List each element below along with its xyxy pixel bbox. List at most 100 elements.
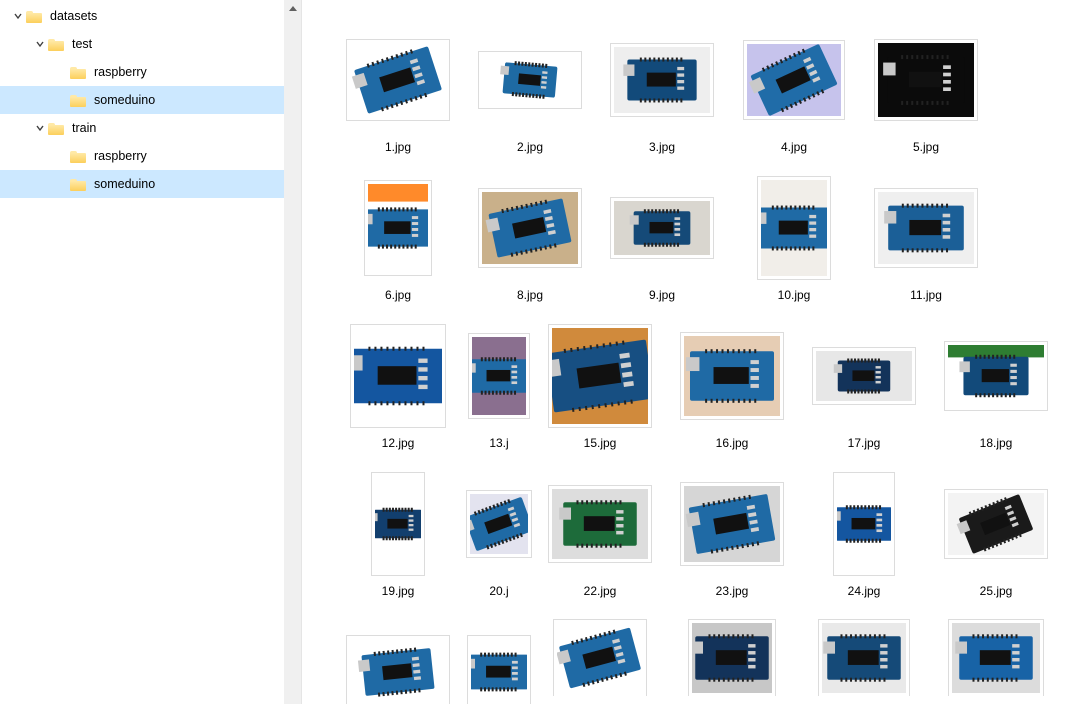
tree-item-test[interactable]: test xyxy=(0,30,301,58)
thumbnail xyxy=(743,40,845,120)
file-item[interactable]: 11.jpg xyxy=(860,172,992,320)
tree-item-label: raspberry xyxy=(94,149,147,163)
thumbnail xyxy=(548,324,652,428)
file-item[interactable]: 9.jpg xyxy=(596,172,728,320)
file-item[interactable]: 26.jpg xyxy=(332,616,464,704)
file-item[interactable]: 5.jpg xyxy=(860,24,992,172)
file-item[interactable] xyxy=(666,616,798,704)
file-name-label: 2.jpg xyxy=(517,140,543,154)
file-item[interactable]: 6.jpg xyxy=(332,172,464,320)
file-item[interactable] xyxy=(534,616,666,704)
thumbnail xyxy=(680,482,784,566)
tree-item-label: someduino xyxy=(94,93,155,107)
thumbnail xyxy=(812,347,916,405)
thumbnail xyxy=(364,180,432,276)
thumbnail xyxy=(944,341,1048,411)
tree-item-someduino[interactable]: someduino xyxy=(0,86,301,114)
scroll-up-button[interactable] xyxy=(284,0,301,17)
thumbnail xyxy=(610,197,714,259)
file-item[interactable]: 24.jpg xyxy=(798,468,930,616)
file-item[interactable]: 15.jpg xyxy=(534,320,666,468)
file-item[interactable]: 17.jpg xyxy=(798,320,930,468)
thumbnail xyxy=(478,51,582,109)
file-item[interactable]: 10.jpg xyxy=(728,172,860,320)
thumbnail xyxy=(478,188,582,268)
folder-icon xyxy=(48,37,66,51)
file-item[interactable]: 20.j xyxy=(464,468,534,616)
thumbnail xyxy=(350,324,446,428)
thumbnail xyxy=(948,619,1044,696)
file-name-label: 8.jpg xyxy=(517,288,543,302)
tree-item-raspberry[interactable]: raspberry xyxy=(0,58,301,86)
file-name-label: 24.jpg xyxy=(848,584,881,598)
thumbnail xyxy=(874,188,978,268)
file-item[interactable]: 18.jpg xyxy=(930,320,1062,468)
folder-icon xyxy=(26,9,44,23)
file-item[interactable]: 12.jpg xyxy=(332,320,464,468)
thumbnail xyxy=(371,472,425,576)
tree-item-datasets[interactable]: datasets xyxy=(0,2,301,30)
file-name-label: 25.jpg xyxy=(980,584,1013,598)
tree-item-label: someduino xyxy=(94,177,155,191)
file-item[interactable]: 16.jpg xyxy=(666,320,798,468)
file-item[interactable]: 23.jpg xyxy=(666,468,798,616)
file-name-label: 16.jpg xyxy=(716,436,749,450)
file-name-label: 19.jpg xyxy=(382,584,415,598)
file-item[interactable]: 3.jpg xyxy=(596,24,728,172)
file-name-label: 23.jpg xyxy=(716,584,749,598)
tree-item-someduino[interactable]: someduino xyxy=(0,170,301,198)
file-item[interactable]: 1.jpg xyxy=(332,24,464,172)
thumbnail xyxy=(818,619,910,696)
folder-icon xyxy=(70,177,88,191)
chevron-down-icon[interactable] xyxy=(32,120,48,136)
thumbnail xyxy=(874,39,978,121)
file-item[interactable]: 25.jpg xyxy=(930,468,1062,616)
tree-item-label: datasets xyxy=(50,9,97,23)
file-name-label: 20.j xyxy=(489,584,508,598)
file-item[interactable]: 4.jpg xyxy=(728,24,860,172)
tree-item-raspberry[interactable]: raspberry xyxy=(0,142,301,170)
folder-icon xyxy=(70,65,88,79)
file-item[interactable]: 8.jpg xyxy=(464,172,596,320)
thumbnail xyxy=(548,485,652,563)
sidebar-scrollbar[interactable] xyxy=(284,0,301,704)
file-item[interactable]: 2.jpg xyxy=(464,24,596,172)
file-item[interactable]: 27.j xyxy=(464,616,534,704)
file-name-label: 4.jpg xyxy=(781,140,807,154)
file-name-label: 15.jpg xyxy=(584,436,617,450)
file-item[interactable]: 19.jpg xyxy=(332,468,464,616)
file-item[interactable]: 13.j xyxy=(464,320,534,468)
file-item[interactable] xyxy=(930,616,1062,704)
thumbnail xyxy=(346,39,450,121)
file-name-label: 5.jpg xyxy=(913,140,939,154)
file-name-label: 1.jpg xyxy=(385,140,411,154)
chevron-down-icon[interactable] xyxy=(10,8,26,24)
thumbnail xyxy=(833,472,895,576)
folder-tree-sidebar: datasets test raspberry someduino train raspb… xyxy=(0,0,302,704)
file-name-label: 10.jpg xyxy=(778,288,811,302)
thumbnail xyxy=(688,619,776,696)
content-pane: 1.jpg 2.jpg 3.jpg 4.jpg 5.jpg 6.jpg 8.jpg 9.jpg… xyxy=(302,0,1087,704)
file-name-label: 22.jpg xyxy=(584,584,617,598)
thumbnail xyxy=(944,489,1048,559)
file-name-label: 11.jpg xyxy=(910,288,942,302)
file-item[interactable]: 22.jpg xyxy=(534,468,666,616)
chevron-down-icon[interactable] xyxy=(32,36,48,52)
file-item[interactable] xyxy=(798,616,930,704)
thumbnail-grid[interactable]: 1.jpg 2.jpg 3.jpg 4.jpg 5.jpg 6.jpg 8.jpg 9.jpg… xyxy=(302,24,1087,704)
file-name-label: 13.j xyxy=(489,436,508,450)
folder-icon xyxy=(70,149,88,163)
tree-item-label: raspberry xyxy=(94,65,147,79)
tree-item-label: train xyxy=(72,121,96,135)
file-name-label: 12.jpg xyxy=(382,436,415,450)
tree-item-train[interactable]: train xyxy=(0,114,301,142)
thumbnail xyxy=(553,619,647,696)
thumbnail xyxy=(610,43,714,117)
thumbnail xyxy=(466,490,532,558)
folder-tree[interactable]: datasets test raspberry someduino train raspb… xyxy=(0,0,301,198)
file-name-label: 6.jpg xyxy=(385,288,411,302)
thumbnail xyxy=(468,333,530,419)
file-name-label: 3.jpg xyxy=(649,140,675,154)
folder-icon xyxy=(70,93,88,107)
thumbnail xyxy=(467,635,531,704)
